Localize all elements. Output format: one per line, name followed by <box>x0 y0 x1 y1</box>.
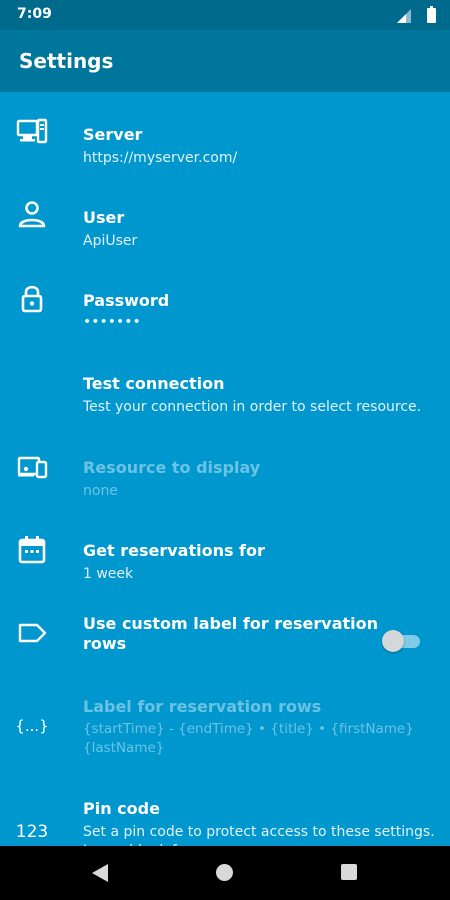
setting-resource-title: Resource to display <box>83 458 261 477</box>
setting-pin-code[interactable]: 123 Pin code Set a pin code to protect a… <box>0 789 450 846</box>
setting-custom-label[interactable]: Use custom label for reservation rows <box>0 603 450 675</box>
setting-label-rows[interactable]: {...} Label for reservation rows {startT… <box>0 686 450 770</box>
setting-user-summary: ApiUser <box>83 233 138 249</box>
setting-resource-summary: none <box>83 483 118 499</box>
computer-icon <box>16 118 48 144</box>
custom-label-toggle[interactable] <box>382 629 422 652</box>
status-bar: 7:09 <box>0 0 450 30</box>
setting-label-rows-title: Label for reservation rows <box>83 697 322 716</box>
status-icons <box>396 6 436 24</box>
person-icon <box>18 201 46 228</box>
settings-list[interactable]: Server https://myserver.com/ User ApiUse… <box>0 92 450 846</box>
setting-resource[interactable]: Resource to display none <box>0 437 450 509</box>
setting-user-title: User <box>83 208 125 227</box>
page-title: Settings <box>19 49 114 73</box>
signal-icon <box>397 9 411 23</box>
devices-icon <box>17 456 48 479</box>
calendar-icon <box>18 536 46 564</box>
battery-icon <box>427 6 436 23</box>
home-icon[interactable] <box>216 864 233 881</box>
setting-test-connection-summary: Test your connection in order to select … <box>83 399 422 415</box>
setting-server[interactable]: Server https://myserver.com/ <box>0 104 450 176</box>
lock-icon <box>21 285 43 313</box>
setting-test-connection[interactable]: Test connection Test your connection in … <box>0 353 450 425</box>
back-icon[interactable] <box>90 862 110 884</box>
setting-reservations[interactable]: Get reservations for 1 week <box>0 520 450 592</box>
setting-server-title: Server <box>83 125 143 144</box>
setting-reservations-summary: 1 week <box>83 566 134 582</box>
setting-reservations-title: Get reservations for <box>83 541 265 560</box>
navigation-bar <box>0 846 450 900</box>
label-icon <box>18 623 47 643</box>
toggle-thumb <box>382 630 404 652</box>
setting-custom-label-title: Use custom label for reservation rows <box>83 614 379 653</box>
svg-text:{...}: {...} <box>15 717 48 735</box>
numbers-icon: 123 <box>16 822 48 842</box>
setting-label-rows-summary: {startTime} - {endTime} • {title} • {fir… <box>83 721 414 756</box>
setting-password-title: Password <box>83 291 170 310</box>
setting-pin-code-summary: Set a pin code to protect access to thes… <box>83 824 435 846</box>
setting-server-summary: https://myserver.com/ <box>83 150 238 166</box>
setting-password-summary: ••••••• <box>83 314 141 330</box>
setting-password[interactable]: Password ••••••• <box>0 270 450 342</box>
svg-text:123: 123 <box>16 822 48 842</box>
setting-pin-code-title: Pin code <box>83 799 160 818</box>
setting-user[interactable]: User ApiUser <box>0 187 450 259</box>
recent-apps-icon[interactable] <box>341 864 357 880</box>
status-time: 7:09 <box>17 6 52 22</box>
braces-icon: {...} <box>15 717 48 735</box>
setting-test-connection-title: Test connection <box>83 374 225 393</box>
app-bar: Settings <box>0 30 450 92</box>
